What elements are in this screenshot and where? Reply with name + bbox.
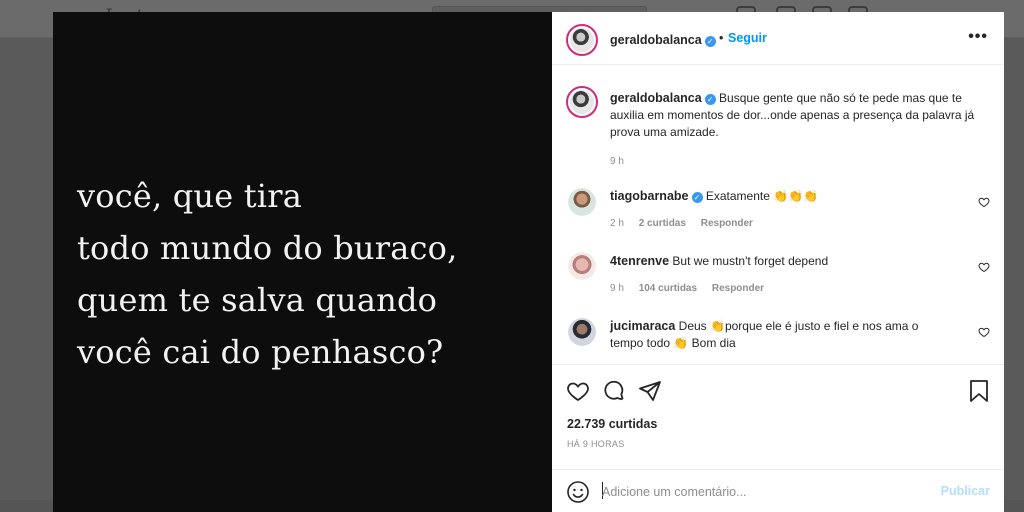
caption-time[interactable]: 9 h (610, 156, 624, 167)
comment-item: tiagobarnabe ✓ Exatamente 👏👏👏 (610, 188, 970, 205)
save-bookmark-icon[interactable] (968, 379, 990, 403)
post-image[interactable]: você, que tira todo mundo do buraco, que… (53, 12, 552, 512)
more-options-icon[interactable]: ••• (968, 28, 988, 46)
reply-button[interactable]: Responder (712, 283, 764, 294)
comment-time[interactable]: 9 h (610, 283, 624, 294)
comment-meta: 9 h 104 curtidas Responder (610, 283, 776, 294)
comment-time[interactable]: 2 h (610, 218, 624, 229)
comment-avatar-image (568, 318, 596, 346)
quote-line: você cai do penhasco? (77, 333, 444, 371)
post-timestamp[interactable]: HÁ 9 HORAS (567, 439, 625, 449)
comment-likes[interactable]: 104 curtidas (639, 283, 697, 294)
author-name-block: geraldobalanca ✓ (610, 31, 716, 49)
author-username[interactable]: geraldobalanca (610, 33, 702, 47)
comment-avatar-image (568, 188, 596, 216)
separator-dot: • (719, 31, 724, 45)
comment-username[interactable]: jucimaraca (610, 319, 675, 333)
like-heart-icon[interactable] (566, 379, 590, 403)
share-paper-plane-icon[interactable] (638, 379, 662, 403)
comment-like-heart-icon[interactable] (978, 196, 990, 208)
comment-avatar-image (568, 252, 596, 280)
comment-item: jucimaraca Deus 👏porque ele é justo e fi… (610, 318, 935, 352)
comment-input[interactable] (602, 482, 932, 502)
post-header: geraldobalanca ✓ • Seguir ••• (552, 12, 1004, 65)
comment-avatar[interactable] (568, 318, 596, 346)
author-avatar-image (570, 28, 594, 52)
add-comment-bar: Publicar (552, 469, 1004, 512)
verified-badge-icon: ✓ (691, 192, 703, 203)
publish-button[interactable]: Publicar (941, 484, 990, 498)
quote-line: quem te salva quando (77, 281, 438, 319)
caption: geraldobalanca ✓ Busque gente que não só … (610, 90, 990, 141)
comment-bubble-icon[interactable] (602, 379, 626, 403)
comment-avatar[interactable] (568, 188, 596, 216)
comment-avatar[interactable] (568, 252, 596, 280)
quote-line: você, que tira (77, 177, 303, 215)
verified-badge-icon: ✓ (704, 94, 716, 105)
post-quote-text: você, que tira todo mundo do buraco, que… (77, 170, 547, 378)
comment-meta: 2 h 2 curtidas Responder (610, 218, 765, 229)
comments-section[interactable]: geraldobalanca ✓ Busque gente que não só … (552, 66, 1004, 364)
reply-button[interactable]: Responder (701, 218, 753, 229)
quote-line: todo mundo do buraco, (77, 229, 458, 267)
author-avatar[interactable] (566, 24, 598, 56)
comment-text: But we mustn't forget depend (672, 254, 829, 268)
caption-avatar[interactable] (566, 86, 598, 118)
comment-username[interactable]: tiagobarnabe (610, 189, 689, 203)
caption-avatar-image (570, 90, 594, 114)
post-side-panel: geraldobalanca ✓ • Seguir ••• geraldobala… (552, 12, 1004, 512)
comment-likes[interactable]: 2 curtidas (639, 218, 686, 229)
caption-username[interactable]: geraldobalanca (610, 91, 702, 105)
comment-item: 4tenrenve But we mustn't forget depend (610, 253, 970, 270)
comment-text: Exatamente 👏👏👏 (705, 189, 819, 203)
comment-like-heart-icon[interactable] (978, 261, 990, 273)
follow-button[interactable]: Seguir (728, 31, 767, 45)
verified-badge-icon: ✓ (704, 36, 716, 47)
comment-username[interactable]: 4tenrenve (610, 254, 669, 268)
post-actions: 22.739 curtidas HÁ 9 HORAS (552, 364, 1004, 477)
comment-like-heart-icon[interactable] (978, 326, 990, 338)
likes-count[interactable]: 22.739 curtidas (567, 417, 657, 431)
caption-meta: 9 h (610, 156, 636, 167)
emoji-smiley-icon[interactable] (566, 480, 590, 504)
